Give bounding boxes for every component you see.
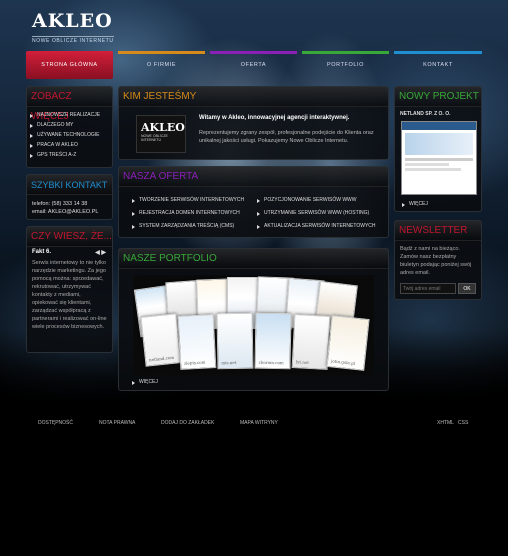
footer-sitemap-link[interactable]: MAPA WITRYNY	[240, 420, 278, 426]
link-gps-a-z[interactable]: GPS TREŚCI A-Z	[27, 150, 112, 160]
nav-label: O FIRMIE	[146, 62, 177, 68]
portfolio-thumb[interactable]: mis.net	[216, 312, 254, 370]
project-screenshot-banner	[405, 133, 473, 155]
panel-title: SZYBKI KONTAKT	[27, 175, 112, 195]
facts-panel: CZY WIESZ, ŻE... Fakt 6. ◀ ▶ Serwis inte…	[26, 226, 113, 353]
footer-accessibility-link[interactable]: DOSTĘPNOŚĆ	[38, 420, 73, 426]
nav-label: PORTFOLIO	[326, 62, 365, 68]
about-text: Reprezentujemy zgrany zespół, profesjona…	[199, 130, 374, 144]
nav-home[interactable]: STRONA GŁÓWNA	[26, 51, 113, 79]
fact-text: Serwis internetowy to nie tylko narzędzi…	[32, 260, 107, 330]
link-technologies[interactable]: UŻYWANE TECHNOLOGIE	[27, 130, 112, 140]
offer-item-domains[interactable]: REJESTRACJA DOMEN INTERNETOWYCH	[129, 208, 254, 221]
new-project-panel: NOWY PROJEKT NETLAND SP. Z O. O. WIĘCEJ	[394, 86, 482, 212]
portfolio-gallery[interactable]: netland.com zlepty.com mis.net chorom.co…	[133, 275, 374, 375]
offer-item-updates[interactable]: AKTUALIZACJA SERWISÓW INTERNETOWYCH	[254, 221, 384, 231]
site-logo[interactable]: AKLEO	[32, 10, 113, 32]
nav-contact[interactable]: KONTAKT	[394, 51, 482, 79]
portfolio-thumb[interactable]: jotin.gola.pl	[326, 315, 370, 371]
portfolio-more-link[interactable]: WIĘCEJ	[129, 377, 158, 387]
chevron-right-icon[interactable]: ▶	[101, 250, 106, 256]
portfolio-thumb[interactable]: zlepty.com	[177, 314, 217, 370]
contact-phone: telefon: (58) 333 14 38	[32, 201, 88, 207]
nav-label: OFERTA	[240, 62, 267, 68]
portfolio-thumb[interactable]: netland.com	[140, 313, 182, 367]
panel-title: NEWSLETTER	[395, 221, 481, 241]
fact-label: Fakt 6.	[32, 249, 52, 255]
nav-accent	[394, 51, 482, 54]
newsletter-panel: NEWSLETTER Bądź z nami na bieżąco. Zamów…	[394, 220, 482, 300]
chevron-left-icon[interactable]: ◀	[95, 250, 100, 256]
project-more-link[interactable]: WIĘCEJ	[399, 199, 428, 209]
see-more-panel: ZOBACZ WIĘCEJ NAJNOWSZE REALIZACJE DLACZ…	[26, 86, 113, 168]
portfolio-thumb[interactable]: chorom.com	[254, 312, 292, 370]
offer-panel: NASZA OFERTA TWORZENIE SERWISÓW INTERNET…	[118, 166, 389, 238]
panel-title: CZY WIESZ, ŻE...	[27, 227, 112, 247]
newsletter-email-input[interactable]	[400, 283, 456, 294]
nav-label: STRONA GŁÓWNA	[41, 62, 98, 68]
panel-title: NOWY PROJEKT	[395, 87, 481, 107]
project-screenshot[interactable]	[401, 121, 477, 195]
quick-contact-panel: SZYBKI KONTAKT telefon: (58) 333 14 38 e…	[26, 174, 113, 220]
offer-item-cms[interactable]: SYSTEM ZARZĄDZANIA TREŚCIĄ (CMS)	[129, 221, 254, 231]
about-logo-image: AKLEO NOWE OBLICZE INTERNETU	[136, 115, 186, 153]
portfolio-thumb[interactable]: lyt.net	[291, 314, 331, 370]
panel-title: ZOBACZ WIĘCEJ	[27, 87, 112, 122]
nav-portfolio[interactable]: PORTFOLIO	[302, 51, 389, 79]
site-tagline: NOWE OBLICZE INTERNETU	[32, 36, 114, 44]
nav-company[interactable]: O FIRMIE	[118, 51, 205, 79]
about-panel: KIM JESTEŚMY AKLEO NOWE OBLICZE INTERNET…	[118, 86, 389, 160]
newsletter-text: Bądź z nami na bieżąco. Zamów nasz bezpł…	[400, 246, 472, 276]
nav-accent	[302, 51, 389, 54]
project-client: NETLAND SP. Z O. O.	[400, 111, 451, 117]
portfolio-panel: NASZE PORTFOLIO netland.com zlepty.com m…	[118, 248, 389, 391]
nav-accent	[118, 51, 205, 54]
footer-legal-link[interactable]: NOTA PRAWNA	[99, 420, 135, 426]
offer-item-hosting[interactable]: UTRZYMANIE SERWISÓW WWW (HOSTING)	[254, 208, 384, 221]
about-logo-tagline: NOWE OBLICZE INTERNETU	[141, 134, 168, 142]
nav-label: KONTAKT	[423, 62, 453, 68]
about-headline: Witamy w Akleo, innowacyjnej agencji int…	[199, 115, 350, 121]
link-realizations[interactable]: NAJNOWSZE REALIZACJE	[27, 110, 112, 120]
panel-title: NASZE PORTFOLIO	[119, 249, 388, 269]
link-jobs[interactable]: PRACA W AKLEO	[27, 140, 112, 150]
offer-item-websites[interactable]: TWORZENIE SERWISÓW INTERNETOWYCH	[129, 195, 254, 208]
nav-offer[interactable]: OFERTA	[210, 51, 297, 79]
contact-email[interactable]: email: AKLEO@AKLEO.PL	[27, 208, 112, 216]
about-logo-text: AKLEO	[141, 121, 185, 134]
offer-item-seo[interactable]: POZYCJONOWANIE SERWISÓW WWW	[254, 195, 384, 208]
panel-title: NASZA OFERTA	[119, 167, 388, 187]
link-why-us[interactable]: DLACZEGO MY	[27, 120, 112, 130]
footer-css-link[interactable]: CSS	[458, 420, 468, 426]
panel-title: KIM JESTEŚMY	[119, 87, 388, 107]
footer-xhtml-link[interactable]: XHTML	[437, 420, 454, 426]
newsletter-ok-button[interactable]: OK	[458, 283, 476, 294]
footer-bookmark-link[interactable]: DODAJ DO ZAKŁADEK	[161, 420, 214, 426]
nav-accent	[210, 51, 297, 54]
project-screenshot-header	[402, 122, 476, 130]
